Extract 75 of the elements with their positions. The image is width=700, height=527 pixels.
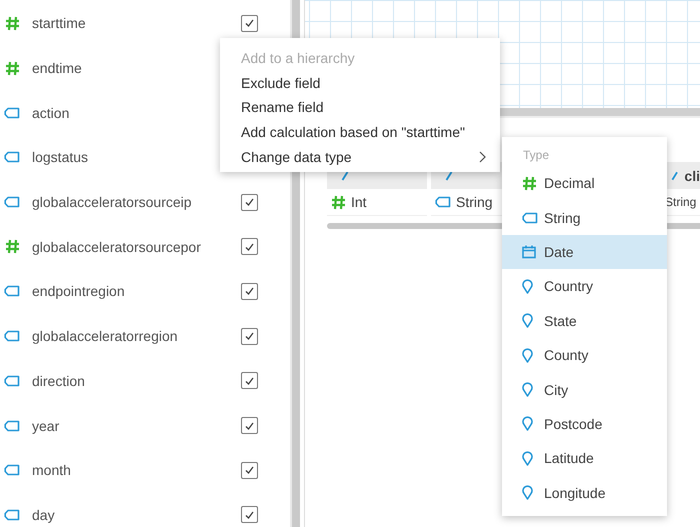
- check-icon: [245, 198, 254, 206]
- checkbox[interactable]: [241, 372, 258, 390]
- location-pin-icon: [522, 450, 533, 466]
- chevron-right-icon: [479, 150, 486, 163]
- field-name[interactable]: starttime: [32, 15, 241, 32]
- field-name[interactable]: day: [32, 506, 241, 523]
- tag-icon: [522, 212, 538, 224]
- tag-icon: [4, 151, 20, 164]
- column-title: cli: [684, 168, 700, 184]
- check-icon: [245, 242, 254, 251]
- check-icon: [245, 19, 254, 28]
- field-name[interactable]: endpointregion: [32, 283, 241, 300]
- menu-item[interactable]: Latitude: [502, 441, 667, 476]
- field-name[interactable]: year: [32, 418, 241, 434]
- pencil-icon: [671, 170, 678, 180]
- pencil-icon: [445, 170, 453, 180]
- tag-icon: [4, 196, 20, 208]
- checkbox[interactable]: [241, 238, 258, 256]
- tag-icon: [4, 464, 20, 476]
- location-pin-icon: [522, 348, 533, 363]
- location-pin-icon: [522, 416, 533, 432]
- field-name[interactable]: globalacceleratorsourcepor: [32, 238, 241, 255]
- field-name[interactable]: globalacceleratorregion: [32, 328, 241, 344]
- menu-item[interactable]: Decimal: [502, 166, 667, 200]
- field-name[interactable]: month: [32, 462, 241, 478]
- menu-item[interactable]: String: [502, 200, 667, 235]
- menu-item[interactable]: City: [502, 372, 667, 407]
- pencil-icon: [341, 170, 349, 180]
- check-icon: [245, 376, 254, 385]
- checkbox[interactable]: [241, 506, 258, 524]
- location-pin-icon: [522, 278, 533, 294]
- hash-icon: [331, 194, 346, 210]
- check-icon: [245, 287, 254, 296]
- menu-item[interactable]: Exclude field: [220, 70, 500, 96]
- checkbox[interactable]: [241, 282, 258, 300]
- menu-item[interactable]: Date: [502, 234, 667, 270]
- hash-icon: [4, 16, 20, 31]
- hash-icon: [522, 176, 537, 191]
- tag-icon: [4, 330, 20, 342]
- check-icon: [245, 332, 254, 340]
- hash-icon: [4, 239, 20, 254]
- tag-icon: [4, 374, 20, 387]
- check-icon: [245, 466, 254, 474]
- checkbox[interactable]: [241, 462, 258, 479]
- tag-icon: [4, 420, 20, 432]
- menu-item[interactable]: Rename field: [220, 95, 500, 120]
- location-pin-icon: [522, 485, 533, 500]
- menu-item[interactable]: State: [502, 304, 667, 338]
- checkbox[interactable]: [241, 417, 258, 434]
- hash-icon: [4, 60, 20, 76]
- menu-item[interactable]: Postcode: [502, 406, 667, 442]
- menu-item[interactable]: Add calculation based on "starttime": [220, 120, 500, 144]
- column-type: String: [456, 194, 493, 210]
- column-header[interactable]: cli: [665, 162, 700, 189]
- column-type: Int: [351, 194, 367, 210]
- location-pin-icon: [522, 382, 533, 398]
- tag-icon: [435, 196, 451, 208]
- checkbox[interactable]: [241, 194, 258, 211]
- menu-item[interactable]: County: [502, 338, 667, 372]
- field-name[interactable]: direction: [32, 372, 241, 389]
- checkbox[interactable]: [241, 14, 258, 32]
- tag-icon: [4, 285, 20, 298]
- tag-icon: [4, 106, 20, 119]
- menu-item[interactable]: Change data type: [220, 144, 500, 169]
- menu-item[interactable]: Country: [502, 269, 667, 304]
- check-icon: [245, 422, 254, 430]
- location-pin-icon: [522, 313, 533, 328]
- field-name[interactable]: globalacceleratorsourceip: [32, 194, 241, 210]
- calendar-icon: [522, 244, 536, 259]
- menu-heading: Type: [522, 147, 550, 164]
- column-type: String: [665, 195, 696, 209]
- menu-item[interactable]: Longitude: [502, 476, 667, 510]
- check-icon: [245, 510, 254, 519]
- tag-icon: [4, 508, 20, 521]
- checkbox[interactable]: [241, 328, 258, 345]
